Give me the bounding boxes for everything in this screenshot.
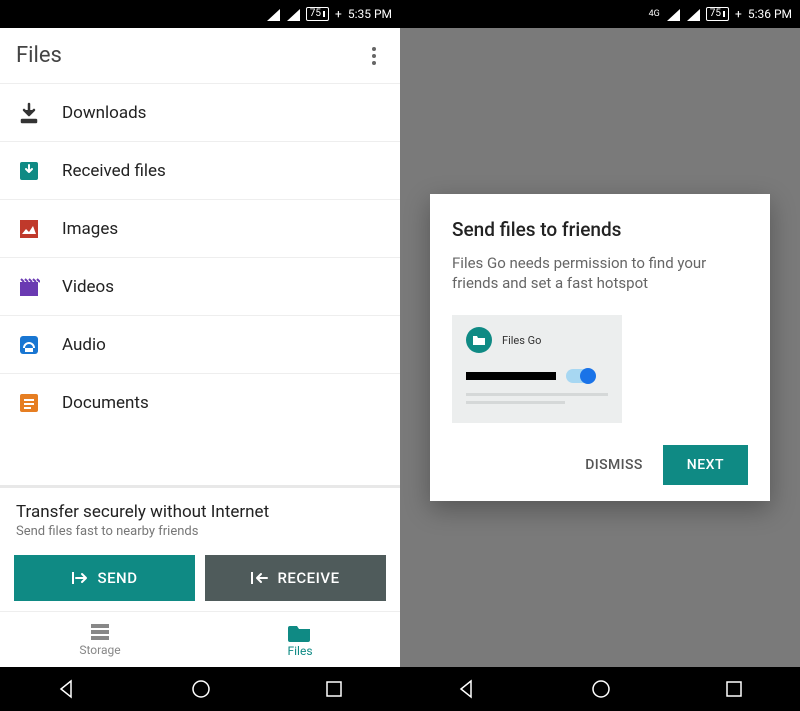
document-icon — [18, 392, 40, 414]
charging-icon: + — [735, 7, 742, 21]
category-videos[interactable]: Videos — [0, 258, 400, 316]
dialog-title: Send files to friends — [452, 218, 748, 241]
signal-icon — [666, 7, 680, 21]
charging-icon: + — [335, 7, 342, 21]
send-arrow-icon — [72, 570, 90, 586]
status-bar: 4G 75 + 5:36 PM — [400, 0, 800, 28]
right-screenshot: 4G 75 + 5:36 PM Send files to friends Fi… — [400, 0, 800, 711]
category-label: Received files — [62, 161, 166, 181]
home-icon[interactable] — [191, 679, 211, 699]
transfer-subtitle: Send files fast to nearby friends — [16, 524, 384, 539]
category-label: Documents — [62, 393, 149, 413]
category-images[interactable]: Images — [0, 200, 400, 258]
app-bar: Files — [0, 28, 400, 84]
category-documents[interactable]: Documents — [0, 374, 400, 432]
nav-bar — [0, 667, 400, 711]
transfer-buttons: SEND RECEIVE — [0, 549, 400, 611]
inbox-icon — [18, 160, 40, 182]
transfer-section: Transfer securely without Internet Send … — [0, 485, 400, 549]
permission-illustration: Files Go — [452, 315, 622, 423]
storage-icon — [89, 623, 111, 641]
back-icon[interactable] — [457, 679, 477, 699]
dismiss-button[interactable]: DISMISS — [579, 447, 649, 483]
category-list: Downloads Received files Images Videos A… — [0, 84, 400, 485]
image-icon — [18, 218, 40, 240]
category-label: Videos — [62, 277, 114, 297]
category-label: Images — [62, 219, 118, 239]
audio-icon — [18, 334, 40, 356]
tab-files-label: Files — [287, 644, 312, 658]
recent-icon[interactable] — [325, 680, 343, 698]
tab-storage[interactable]: Storage — [0, 612, 200, 667]
category-received[interactable]: Received files — [0, 142, 400, 200]
bottom-tabs: Storage Files — [0, 611, 400, 667]
send-button-label: SEND — [98, 569, 138, 587]
signal-icon — [266, 7, 280, 21]
tab-files[interactable]: Files — [200, 612, 400, 667]
transfer-title: Transfer securely without Internet — [16, 502, 384, 522]
next-button[interactable]: NEXT — [663, 445, 748, 485]
download-icon — [18, 102, 40, 124]
send-button[interactable]: SEND — [14, 555, 195, 601]
category-downloads[interactable]: Downloads — [0, 84, 400, 142]
network-type: 4G — [649, 9, 660, 19]
home-icon[interactable] — [591, 679, 611, 699]
permission-bar — [466, 372, 556, 380]
nav-bar — [400, 667, 800, 711]
battery-indicator: 75 — [306, 7, 329, 21]
page-title: Files — [16, 43, 62, 68]
back-icon[interactable] — [57, 679, 77, 699]
clock: 5:35 PM — [348, 7, 392, 21]
dialog-body: Files Go needs permission to find your f… — [452, 253, 748, 294]
folder-icon — [288, 622, 312, 642]
clock: 5:36 PM — [748, 7, 792, 21]
left-screenshot: 75 + 5:35 PM Files Downloads Received fi… — [0, 0, 400, 711]
receive-button[interactable]: RECEIVE — [205, 555, 386, 601]
app-folder-icon — [466, 327, 492, 353]
recent-icon[interactable] — [725, 680, 743, 698]
toggle-icon — [566, 369, 594, 383]
category-audio[interactable]: Audio — [0, 316, 400, 374]
signal-icon — [286, 7, 300, 21]
category-label: Audio — [62, 335, 106, 355]
battery-indicator: 75 — [706, 7, 729, 21]
modal-overlay: Send files to friends Files Go needs per… — [400, 28, 800, 667]
permission-dialog: Send files to friends Files Go needs per… — [430, 194, 770, 502]
signal-icon — [686, 7, 700, 21]
receive-arrow-icon — [251, 570, 269, 586]
tab-storage-label: Storage — [79, 643, 120, 657]
app-name-label: Files Go — [502, 334, 541, 347]
receive-button-label: RECEIVE — [277, 569, 339, 587]
overflow-menu-icon[interactable] — [364, 39, 384, 73]
status-bar: 75 + 5:35 PM — [0, 0, 400, 28]
category-label: Downloads — [62, 103, 146, 123]
video-icon — [18, 276, 40, 298]
